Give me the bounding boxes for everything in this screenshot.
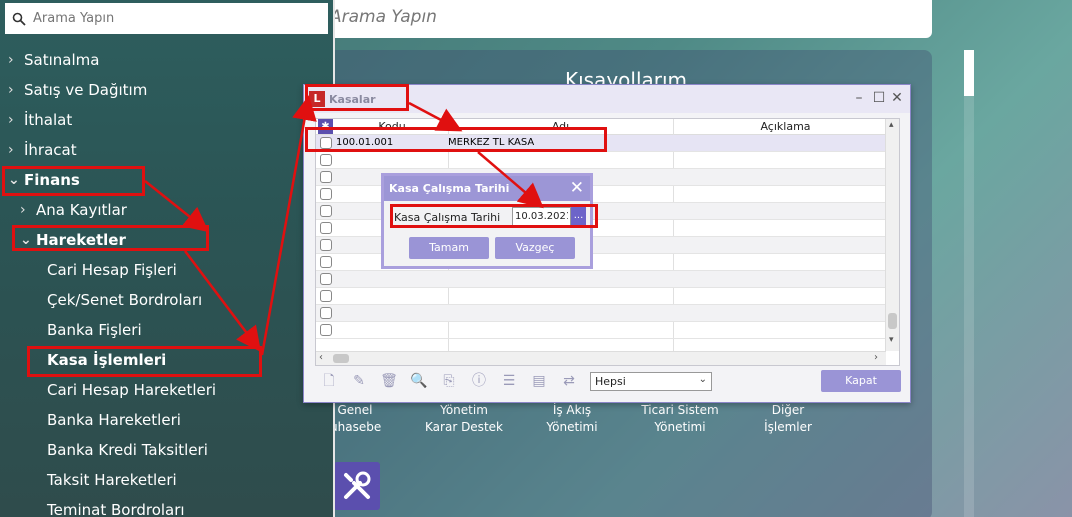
annotation-arrows (144, 95, 544, 356)
arrow-kasa-to-kasalar (260, 95, 317, 356)
arrow-hareketler-to-kasa (184, 250, 262, 352)
arrow-kasalar-to-row (408, 101, 463, 132)
arrow-row-to-date (477, 151, 544, 209)
arrow-finans-to-hareketler (144, 180, 209, 233)
